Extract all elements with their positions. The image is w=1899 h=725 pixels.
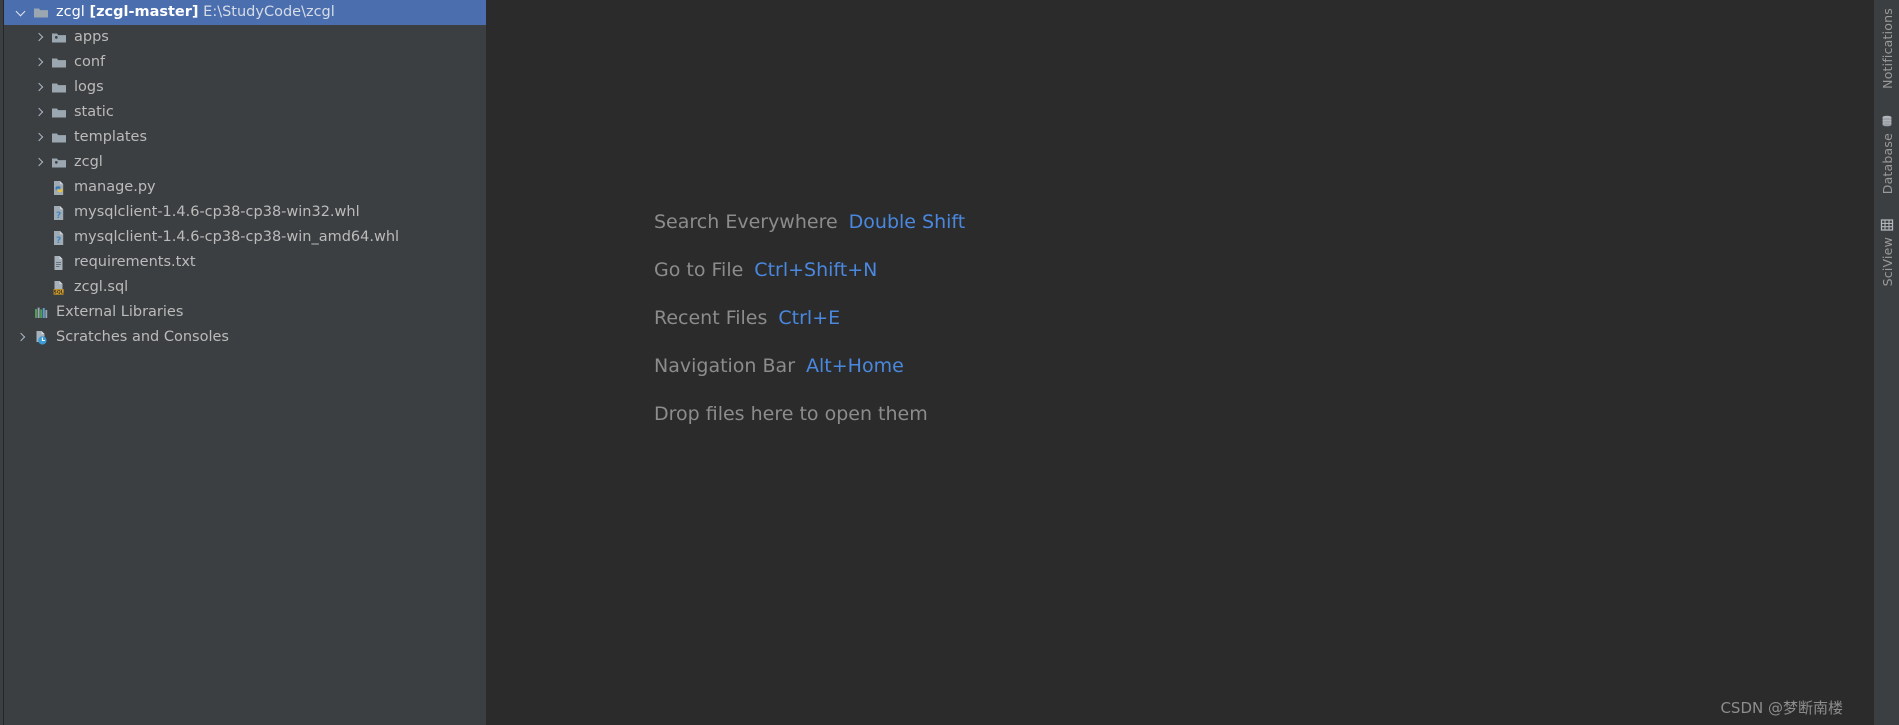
chevron-right-icon[interactable] — [32, 30, 48, 46]
folder-icon — [50, 104, 68, 122]
folder-icon — [50, 54, 68, 72]
tool-button-sciview[interactable]: SciView — [1874, 212, 1899, 288]
text-file-icon — [50, 254, 68, 272]
grid-icon — [1880, 218, 1894, 235]
tree-row-label: static — [74, 103, 114, 120]
tree-row-label: zcgl.sql — [74, 278, 129, 295]
tree-row-mysqlclient-win32-whl[interactable]: ? mysqlclient-1.4.6-cp38-cp38-win32.whl — [4, 200, 486, 225]
shortcut-row-recent-files: Recent Files Ctrl+E — [654, 294, 965, 342]
shortcut-hint-list: Search Everywhere Double Shift Go to Fil… — [654, 198, 965, 438]
project-tree[interactable]: zcgl [zcgl-master] E:\StudyCode\zcgl app… — [4, 0, 486, 350]
tool-button-label: Notifications — [1879, 8, 1895, 89]
shortcut-action-label: Go to File — [654, 259, 744, 281]
folder-icon — [50, 129, 68, 147]
ide-window: zcgl [zcgl-master] E:\StudyCode\zcgl app… — [0, 0, 1899, 725]
chevron-right-icon[interactable] — [32, 55, 48, 71]
tree-row-manage-py[interactable]: manage.py — [4, 175, 486, 200]
tree-row-templates[interactable]: templates — [4, 125, 486, 150]
svg-text:SQL: SQL — [54, 289, 64, 295]
scratches-icon — [32, 329, 50, 347]
tree-row-static[interactable]: static — [4, 100, 486, 125]
shortcut-key-label: Ctrl+E — [778, 307, 841, 329]
tree-row-label: mysqlclient-1.4.6-cp38-cp38-win32.whl — [74, 203, 360, 220]
tree-row-label: zcgl [zcgl-master] E:\StudyCode\zcgl — [56, 5, 335, 21]
root-path: E:\StudyCode\zcgl — [203, 3, 335, 20]
shortcut-action-label: Search Everywhere — [654, 211, 838, 233]
libraries-icon — [32, 304, 50, 322]
tool-button-label: SciView — [1879, 237, 1895, 287]
python-file-icon — [50, 179, 68, 197]
tool-button-database[interactable]: Database — [1874, 108, 1899, 196]
svg-text:?: ? — [56, 211, 61, 221]
tree-row-label: mysqlclient-1.4.6-cp38-cp38-win_amd64.wh… — [74, 228, 400, 245]
editor-placeholder-area[interactable]: Search Everywhere Double Shift Go to Fil… — [486, 0, 1873, 725]
svg-text:?: ? — [56, 236, 61, 246]
database-icon — [1880, 114, 1894, 131]
tree-row-label: zcgl — [74, 153, 103, 170]
shortcut-key-label: Ctrl+Shift+N — [754, 259, 878, 281]
tree-row-zcgl[interactable]: zcgl — [4, 150, 486, 175]
tool-button-notifications[interactable]: Notifications — [1874, 6, 1899, 91]
tree-row-label: External Libraries — [56, 303, 184, 320]
drop-files-hint: Drop files here to open them — [654, 390, 965, 438]
unknown-file-icon: ? — [50, 229, 68, 247]
tree-row-project-root[interactable]: zcgl [zcgl-master] E:\StudyCode\zcgl — [4, 0, 486, 25]
tree-row-label: apps — [74, 28, 109, 45]
chevron-right-icon[interactable] — [32, 155, 48, 171]
right-tool-strip: Notifications Database SciView — [1873, 0, 1899, 725]
tool-button-label: Database — [1879, 133, 1895, 195]
tree-row-label: Scratches and Consoles — [56, 328, 229, 345]
drop-files-hint-label: Drop files here to open them — [654, 403, 928, 425]
chevron-right-icon[interactable] — [32, 130, 48, 146]
tree-row-label: templates — [74, 128, 148, 145]
folder-icon — [50, 79, 68, 97]
tree-row-label: requirements.txt — [74, 253, 196, 270]
sql-file-icon: SQL — [50, 279, 68, 297]
tree-row-mysqlclient-amd64-whl[interactable]: ? mysqlclient-1.4.6-cp38-cp38-win_amd64.… — [4, 225, 486, 250]
tree-row-zcgl-sql[interactable]: SQL zcgl.sql — [4, 275, 486, 300]
tree-row-label: manage.py — [74, 178, 156, 195]
chevron-down-icon[interactable] — [14, 5, 30, 21]
project-tool-window[interactable]: zcgl [zcgl-master] E:\StudyCode\zcgl app… — [4, 0, 486, 725]
chevron-right-icon[interactable] — [14, 330, 30, 346]
package-folder-icon — [50, 154, 68, 172]
folder-icon — [32, 4, 50, 22]
tree-row-logs[interactable]: logs — [4, 75, 486, 100]
package-folder-icon — [50, 29, 68, 47]
shortcut-row-go-to-file: Go to File Ctrl+Shift+N — [654, 246, 965, 294]
root-branch: [zcgl-master] — [89, 3, 199, 20]
shortcut-key-label: Alt+Home — [806, 355, 904, 377]
tree-row-external-libraries[interactable]: External Libraries — [4, 300, 486, 325]
shortcut-row-search-everywhere: Search Everywhere Double Shift — [654, 198, 965, 246]
shortcut-action-label: Recent Files — [654, 307, 768, 329]
tree-row-conf[interactable]: conf — [4, 50, 486, 75]
watermark: CSDN @梦断南楼 — [1720, 699, 1843, 717]
shortcut-key-label: Double Shift — [848, 211, 966, 233]
chevron-right-icon[interactable] — [32, 80, 48, 96]
tree-row-apps[interactable]: apps — [4, 25, 486, 50]
tree-row-label: logs — [74, 78, 104, 95]
tree-row-requirements-txt[interactable]: requirements.txt — [4, 250, 486, 275]
tree-row-label: conf — [74, 53, 106, 70]
root-name: zcgl — [56, 3, 85, 20]
shortcut-row-navigation-bar: Navigation Bar Alt+Home — [654, 342, 965, 390]
chevron-right-icon[interactable] — [32, 105, 48, 121]
tree-row-scratches-and-consoles[interactable]: Scratches and Consoles — [4, 325, 486, 350]
shortcut-action-label: Navigation Bar — [654, 355, 796, 377]
unknown-file-icon: ? — [50, 204, 68, 222]
